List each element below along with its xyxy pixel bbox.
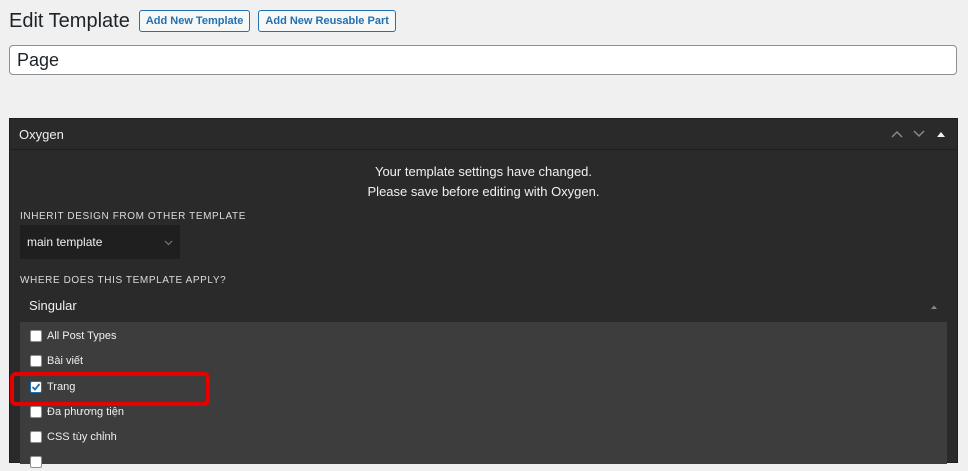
chevron-down-icon xyxy=(164,235,173,249)
list-item[interactable]: All Post Types xyxy=(30,327,117,345)
add-new-reusable-part-button[interactable]: Add New Reusable Part xyxy=(258,10,396,32)
checkbox-da-phuong-tien[interactable] xyxy=(30,406,42,418)
singular-accordion-header[interactable]: Singular xyxy=(20,289,947,321)
list-item[interactable]: CSS tùy chỉnh xyxy=(30,428,117,446)
panel-controls xyxy=(890,127,948,141)
list-item[interactable]: Đa phương tiện xyxy=(30,403,124,421)
page-header: Edit Template Add New Template Add New R… xyxy=(9,8,396,34)
check-icon xyxy=(31,383,41,391)
settings-changed-notice: Your template settings have changed. Ple… xyxy=(10,162,957,202)
move-down-icon[interactable] xyxy=(912,127,926,141)
move-up-icon[interactable] xyxy=(890,127,904,141)
list-item[interactable]: Bài viết xyxy=(30,352,83,370)
panel-header: Oxygen xyxy=(10,119,957,150)
checkbox-trang[interactable] xyxy=(30,381,42,393)
add-new-template-button[interactable]: Add New Template xyxy=(138,10,251,32)
apply-where-label: WHERE DOES THIS TEMPLATE APPLY? xyxy=(20,275,227,286)
post-type-list: All Post Types Bài viết Trang Đa phương … xyxy=(20,322,947,468)
list-item-label: Đa phương tiện xyxy=(47,406,124,418)
caret-up-icon xyxy=(930,298,938,313)
collapse-toggle-icon[interactable] xyxy=(934,127,948,141)
checkbox-bai-viet[interactable] xyxy=(30,355,42,367)
panel-title: Oxygen xyxy=(19,126,64,142)
notice-line-2: Please save before editing with Oxygen. xyxy=(367,184,600,199)
page-title: Edit Template xyxy=(9,9,130,32)
inherit-template-select[interactable]: main template xyxy=(20,225,180,259)
checkbox-more[interactable] xyxy=(30,456,42,468)
list-item-label: Bài viết xyxy=(47,355,84,367)
inherit-template-value: main template xyxy=(27,235,103,249)
checkbox-css-tuy-chinh[interactable] xyxy=(30,431,42,443)
list-item[interactable] xyxy=(30,453,42,471)
list-item[interactable]: Trang xyxy=(30,378,75,396)
list-item-label: All Post Types xyxy=(47,330,117,342)
inherit-design-label: INHERIT DESIGN FROM OTHER TEMPLATE xyxy=(20,211,246,222)
checkbox-all-post-types[interactable] xyxy=(30,330,42,342)
list-item-label: Trang xyxy=(47,381,76,393)
notice-line-1: Your template settings have changed. xyxy=(374,164,593,179)
list-item-label: CSS tùy chỉnh xyxy=(47,431,117,443)
template-title-input[interactable]: Page xyxy=(9,45,957,75)
oxygen-panel: Oxygen Your template settings have chang… xyxy=(9,118,958,468)
singular-accordion-title: Singular xyxy=(29,297,77,313)
